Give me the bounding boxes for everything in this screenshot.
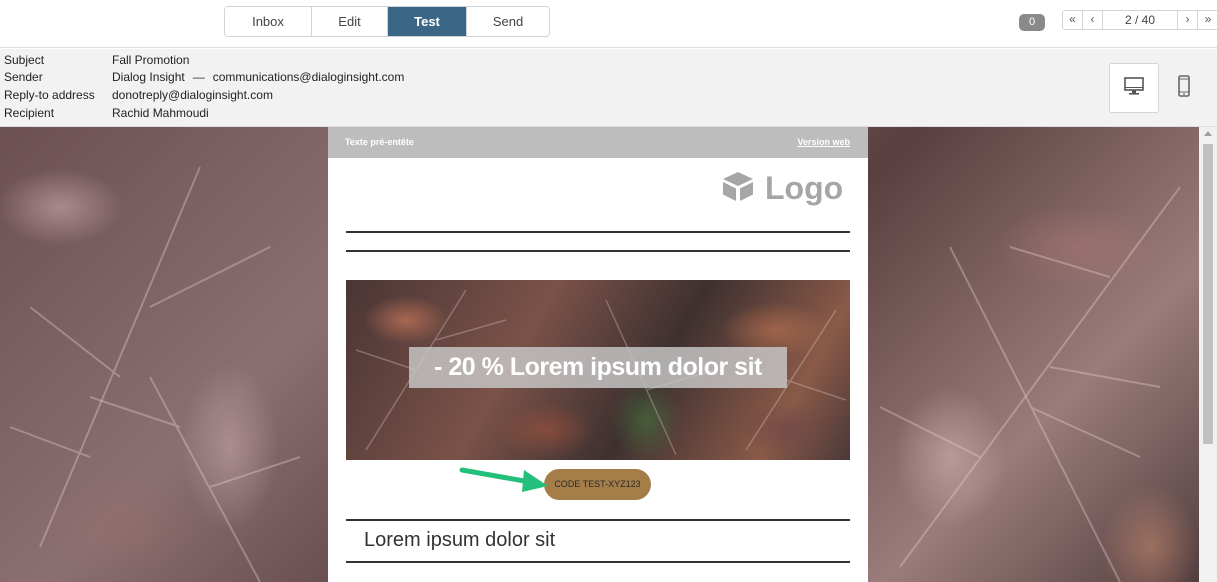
tab-test[interactable]: Test xyxy=(388,7,467,36)
sender-label: Sender xyxy=(4,70,43,84)
mobile-view-button[interactable] xyxy=(1159,63,1209,113)
sender-email: communications@dialoginsight.com xyxy=(212,70,405,84)
scroll-thumb[interactable] xyxy=(1203,144,1213,444)
divider-line xyxy=(346,231,850,233)
mode-tabs: Inbox Edit Test Send xyxy=(224,6,550,37)
section-title: Lorem ipsum dolor sit xyxy=(364,529,556,551)
vertical-scrollbar[interactable] xyxy=(1199,127,1217,582)
hero-banner: - 20 % Lorem ipsum dolor sit xyxy=(409,347,787,388)
recipient-value: Rachid Mahmoudi xyxy=(112,106,209,120)
next-page-button[interactable]: › xyxy=(1178,11,1198,29)
desktop-view-button[interactable] xyxy=(1109,63,1159,113)
email-logo: Logo xyxy=(721,170,843,206)
logo-text: Logo xyxy=(765,169,844,206)
divider-line xyxy=(346,250,850,252)
email-body: Texte pré-entête Version web Logo - 20 %… xyxy=(328,127,868,582)
reply-to-value: donotreply@dialoginsight.com xyxy=(112,88,273,102)
scroll-up-arrow-icon[interactable] xyxy=(1204,131,1212,136)
recipient-label: Recipient xyxy=(4,106,55,120)
web-version-link[interactable]: Version web xyxy=(797,137,850,147)
count-badge: 0 xyxy=(1019,14,1045,31)
subject-label: Subject xyxy=(4,53,45,67)
sender-separator: — xyxy=(192,70,205,84)
cube-icon xyxy=(721,170,755,207)
hero-image: - 20 % Lorem ipsum dolor sit xyxy=(346,280,850,460)
reply-to-label: Reply-to address xyxy=(4,88,95,102)
subject-value: Fall Promotion xyxy=(112,53,190,67)
green-arrow-icon xyxy=(459,467,548,492)
device-view-toggle xyxy=(1109,63,1209,113)
recipient-pager: « ‹ 2 / 40 › » xyxy=(1062,10,1217,30)
email-preview-area[interactable]: Texte pré-entête Version web Logo - 20 %… xyxy=(0,127,1217,582)
hero-headline: - 20 % Lorem ipsum dolor sit xyxy=(434,353,762,381)
sender-value: Dialog Insight — communications@dialoginsi… xyxy=(112,70,404,84)
preheader-bar: Texte pré-entête Version web xyxy=(328,127,868,158)
first-page-button[interactable]: « xyxy=(1063,11,1083,29)
preheader-text: Texte pré-entête xyxy=(345,137,414,147)
sender-name: Dialog Insight xyxy=(112,70,185,84)
message-headers: Subject Fall Promotion Sender Dialog Ins… xyxy=(0,49,1217,127)
top-toolbar: Inbox Edit Test Send 0 « ‹ 2 / 40 › » xyxy=(0,0,1217,48)
tab-edit[interactable]: Edit xyxy=(312,7,388,36)
desktop-monitor-icon xyxy=(1124,76,1144,100)
promo-code-button[interactable]: CODE TEST-XYZ123 xyxy=(544,469,651,500)
last-page-button[interactable]: » xyxy=(1198,11,1217,29)
divider-line xyxy=(346,561,850,563)
tab-inbox[interactable]: Inbox xyxy=(225,7,312,36)
tab-send[interactable]: Send xyxy=(467,7,549,36)
mobile-phone-icon xyxy=(1178,74,1190,102)
previous-page-button[interactable]: ‹ xyxy=(1083,11,1103,29)
page-indicator-field[interactable]: 2 / 40 xyxy=(1103,11,1178,29)
divider-line xyxy=(346,519,850,521)
